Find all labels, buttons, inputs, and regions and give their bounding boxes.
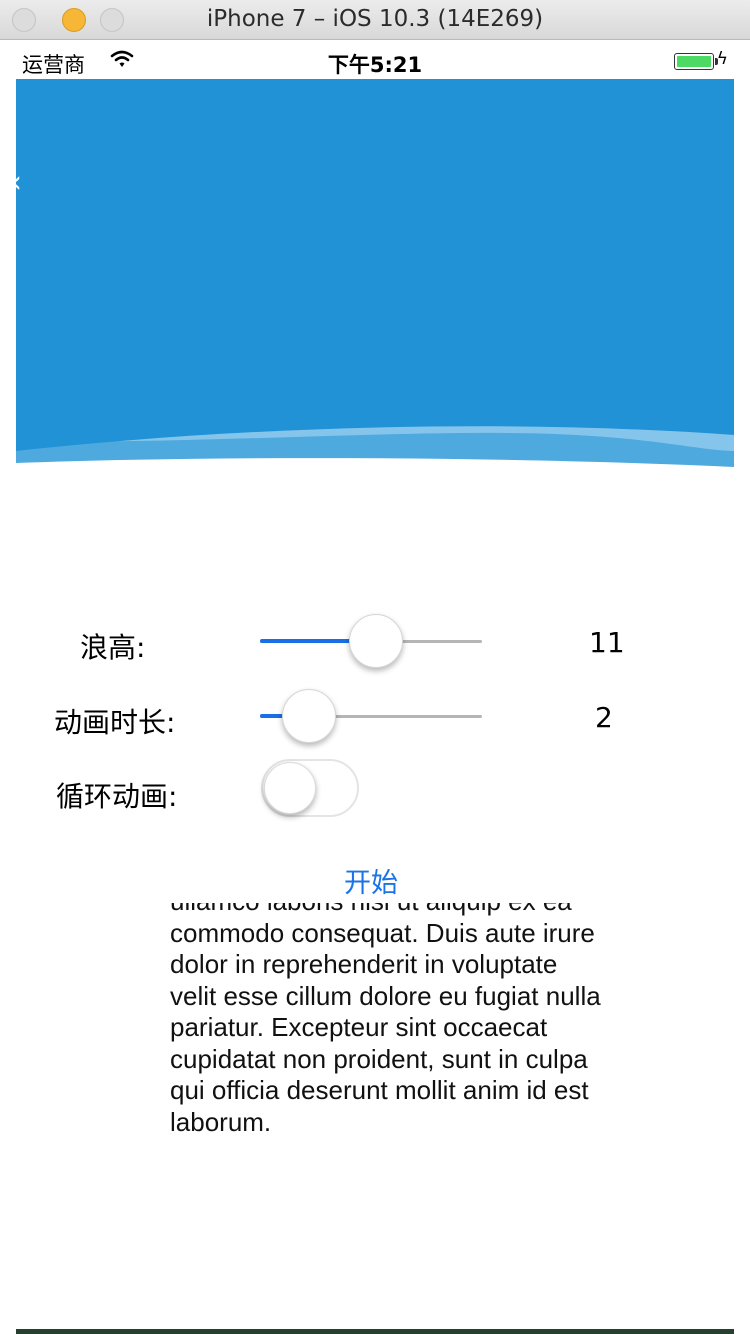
window-zoom-button[interactable] [100, 8, 124, 32]
slider-thumb[interactable] [349, 614, 403, 668]
loop-label: 循环动画: [56, 780, 178, 813]
wave-height-slider[interactable] [260, 611, 482, 671]
loop-toggle[interactable] [261, 759, 359, 817]
slider-thumb[interactable] [282, 689, 336, 743]
window-minimize-button[interactable] [62, 8, 86, 32]
back-arrow-icon[interactable]: ‹ [16, 165, 22, 200]
status-time: 下午5:21 [327, 53, 423, 77]
wave-header: ‹ [16, 79, 734, 479]
battery-icon [674, 53, 718, 70]
wave-height-value: 11 [589, 626, 625, 659]
wave-background [16, 79, 734, 479]
lorem-text: ullamco laboris nisi ut aliquip ex ea co… [170, 903, 601, 1137]
duration-value: 2 [595, 701, 613, 734]
toggle-knob [264, 762, 316, 814]
wave-height-label: 浪高: [80, 631, 146, 664]
status-bar: 运营商 下午5:21 ϟ [16, 41, 734, 79]
duration-label: 动画时长: [54, 706, 176, 739]
lorem-text-view[interactable]: ullamco laboris nisi ut aliquip ex ea co… [170, 903, 610, 1163]
device-screen: 运营商 下午5:21 ϟ ‹ 浪高: 11 动画时长: 2 循环动画: [16, 41, 734, 1334]
duration-slider[interactable] [260, 686, 482, 746]
window-close-button[interactable] [12, 8, 36, 32]
window-title: iPhone 7 – iOS 10.3 (14E269) [206, 6, 544, 32]
charging-icon: ϟ [716, 49, 728, 69]
simulator-title-bar: iPhone 7 – iOS 10.3 (14E269) [0, 0, 750, 40]
start-button[interactable]: 开始 [316, 861, 426, 900]
bottom-edge [16, 1329, 734, 1334]
